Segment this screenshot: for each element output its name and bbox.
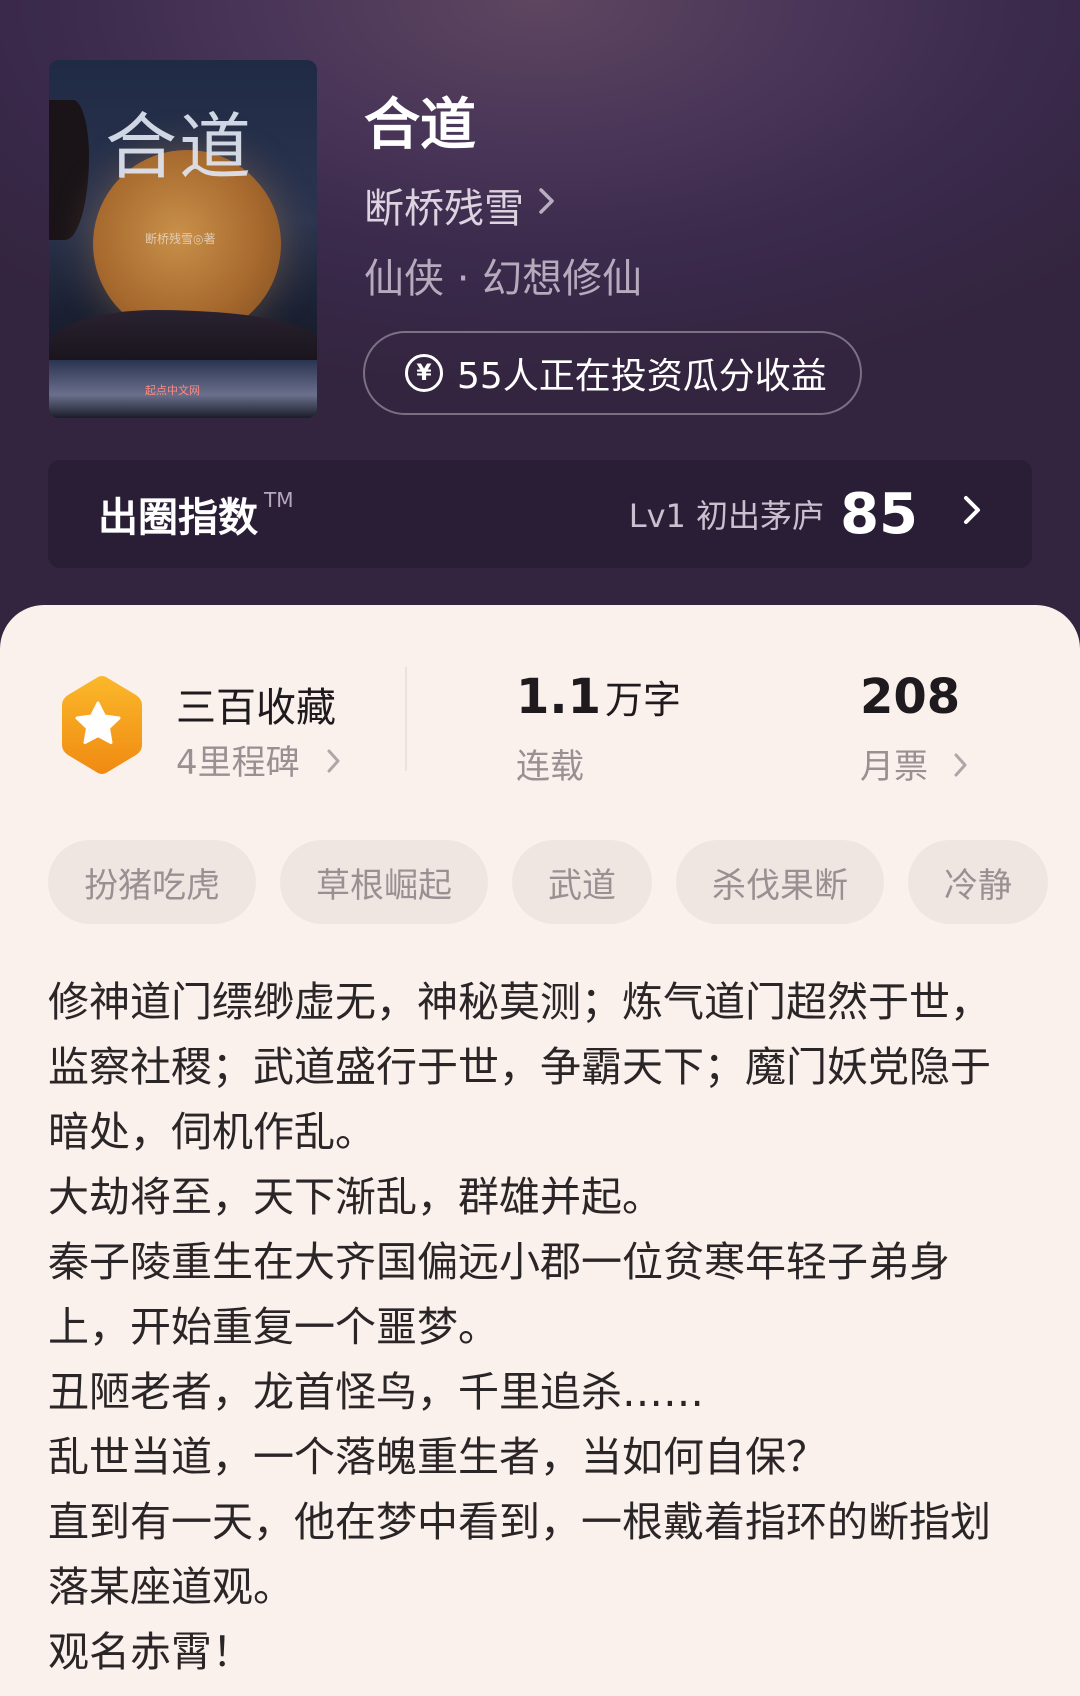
monthly-votes-count: 208 [860, 669, 961, 725]
star-hexagon-icon [54, 673, 150, 777]
author-link[interactable]: 断桥残雪 [364, 176, 556, 234]
cover-title: 合道 [105, 105, 254, 189]
milestone-link[interactable]: 4里程碑 [176, 735, 342, 784]
author-name: 断桥残雪 [364, 186, 524, 232]
cover-author: 断桥残雪◎著 [145, 232, 216, 246]
monthly-votes-link[interactable]: 月票 [860, 739, 969, 788]
tag-chip[interactable]: 武道 [512, 840, 652, 924]
yen-circle-icon: ¥ [405, 354, 443, 392]
invest-text: 55人正在投资瓜分收益 [457, 356, 827, 397]
tag-chip[interactable]: 扮猪吃虎 [48, 840, 256, 924]
word-count-value: 1.1 [516, 669, 602, 725]
book-synopsis[interactable]: 修神道门缥缈虚无，神秘莫测；炼气道门超然于世，监察社稷；武道盛行于世，争霸天下；… [48, 970, 1008, 1685]
tag-list: 扮猪吃虎 草根崛起 武道 杀伐果断 冷静 [48, 840, 1048, 924]
book-genre[interactable]: 仙侠 · 幻想修仙 [364, 246, 642, 304]
invest-button[interactable]: ¥ 55人正在投资瓜分收益 [363, 331, 862, 415]
index-level: Lv1 初出茅庐 [628, 497, 825, 535]
index-label: 出圈指数 [98, 495, 258, 541]
synopsis-paragraph: 大劫将至，天下渐乱，群雄并起。 [48, 1173, 663, 1221]
serial-status: 连载 [516, 747, 584, 787]
synopsis-paragraph: 直到有一天，他在梦中看到，一根戴着指环的断指划落某座道观。 [48, 1498, 991, 1611]
book-title: 合道 [364, 92, 476, 158]
book-cover[interactable]: 合道 断桥残雪◎著 起点中文网 [49, 60, 317, 418]
breakout-index-bar[interactable]: 出圈指数 TM Lv1 初出茅庐 85 [48, 460, 1032, 568]
synopsis-paragraph: 乱世当道，一个落魄重生者，当如何自保？ [48, 1433, 827, 1481]
tag-chip[interactable]: 杀伐果断 [676, 840, 884, 924]
chevron-right-icon [962, 494, 982, 535]
milestone-label: 4里程碑 [176, 743, 300, 783]
cover-cliff [49, 100, 89, 240]
index-score: 85 [840, 481, 918, 547]
chevron-right-icon [326, 748, 342, 781]
book-detail-card: 三百收藏 4里程碑 1.1 万字 连载 208 月票 扮猪吃虎 草根崛起 武道 杀… [0, 605, 1080, 1696]
tag-chip[interactable]: 冷静 [908, 840, 1048, 924]
synopsis-paragraph: 秦子陵重生在大齐国偏远小郡一位贫寒年轻子弟身上，开始重复一个噩梦。 [48, 1238, 950, 1351]
stats-row: 三百收藏 4里程碑 1.1 万字 连载 208 月票 [0, 605, 1080, 788]
word-count: 1.1 万字 [516, 669, 681, 725]
tag-chip[interactable]: 草根崛起 [280, 840, 488, 924]
cover-publisher: 起点中文网 [145, 384, 200, 397]
chevron-right-icon [538, 187, 556, 223]
synopsis-paragraph: 修神道门缥缈虚无，神秘莫测；炼气道门超然于世，监察社稷；武道盛行于世，争霸天下；… [48, 978, 991, 1156]
chevron-right-icon [953, 752, 969, 785]
stats-divider [405, 667, 407, 771]
index-tm: TM [264, 488, 294, 512]
synopsis-paragraph: 观名赤霄！ [48, 1628, 253, 1676]
word-count-unit: 万字 [605, 678, 682, 722]
synopsis-paragraph: 丑陋老者，龙首怪鸟，千里追杀…… [48, 1368, 704, 1416]
monthly-votes-label: 月票 [860, 747, 928, 787]
collection-title: 三百收藏 [176, 685, 336, 731]
